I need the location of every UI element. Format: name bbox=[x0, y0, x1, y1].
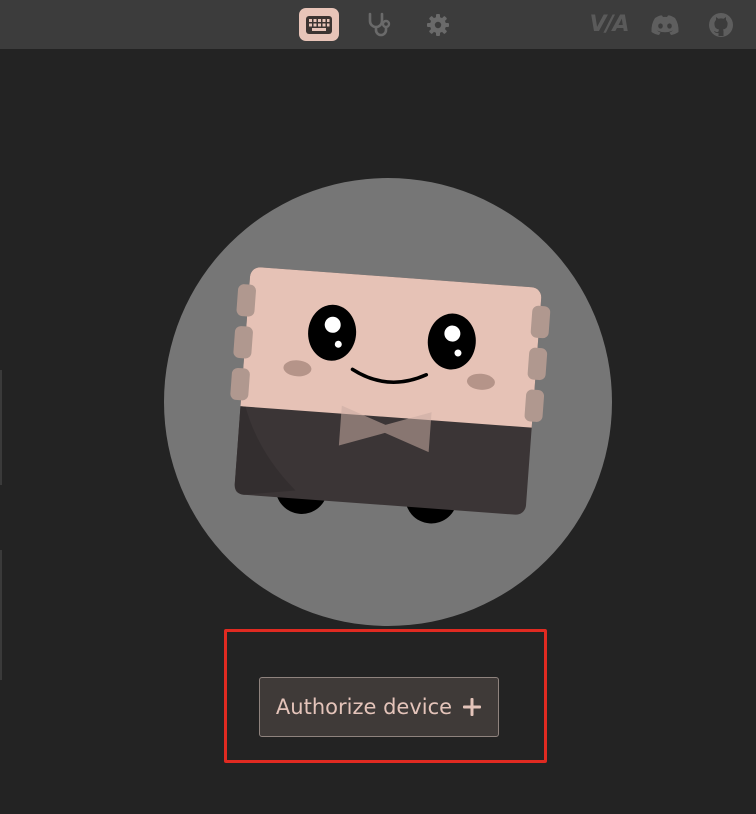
discord-link[interactable] bbox=[648, 8, 682, 41]
keyboard-icon bbox=[306, 15, 332, 34]
nav-settings-button[interactable] bbox=[418, 8, 458, 41]
nav-test-button[interactable] bbox=[358, 8, 398, 41]
window-edge-divider bbox=[0, 550, 2, 680]
stethoscope-icon bbox=[368, 12, 391, 36]
keyboard-mascot-illustration bbox=[163, 177, 613, 627]
authorize-device-button[interactable]: Authorize device bbox=[259, 677, 499, 737]
via-logo-link[interactable]: V/A bbox=[588, 8, 630, 41]
plus-icon bbox=[463, 698, 482, 716]
app-window: V/A Authorize device bbox=[0, 0, 756, 814]
mascot-face-panel bbox=[240, 267, 542, 428]
github-icon bbox=[709, 12, 733, 37]
via-logo-text: V/A bbox=[589, 12, 629, 37]
mascot-svg bbox=[164, 178, 612, 626]
authorize-device-label: Authorize device bbox=[275, 695, 453, 719]
nav-configure-button[interactable] bbox=[299, 8, 339, 41]
gear-icon bbox=[427, 13, 449, 36]
window-edge-divider bbox=[0, 370, 2, 485]
top-nav-bar: V/A bbox=[0, 0, 756, 49]
github-link[interactable] bbox=[706, 8, 736, 41]
discord-icon bbox=[651, 14, 679, 35]
